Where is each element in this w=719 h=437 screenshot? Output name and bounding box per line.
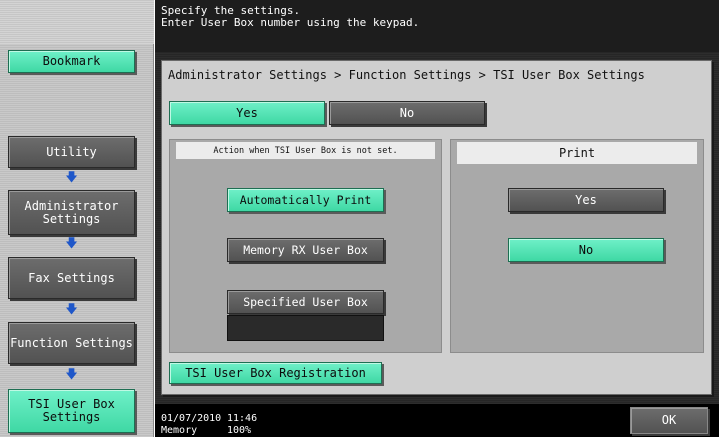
specified-user-box-button[interactable]: Specified User Box (227, 290, 384, 314)
toggle-yes-button[interactable]: Yes (169, 101, 325, 125)
down-arrow-icon: 🡇 (65, 366, 78, 381)
print-panel-heading: Print (457, 142, 697, 164)
sidebar-top-band (0, 0, 154, 44)
print-yes-button[interactable]: Yes (508, 188, 664, 212)
bookmark-button[interactable]: Bookmark (8, 50, 135, 73)
action-panel-heading: Action when TSI User Box is not set. (176, 142, 435, 159)
down-arrow-icon: 🡇 (65, 169, 78, 184)
memory-value: 100% (227, 425, 252, 436)
toggle-no-button[interactable]: No (329, 101, 485, 125)
sidebar-item-fax-settings[interactable]: Fax Settings (8, 257, 135, 299)
sidebar-item-function-settings[interactable]: Function Settings (8, 322, 135, 364)
down-arrow-icon: 🡇 (65, 301, 78, 316)
sidebar-item-utility[interactable]: Utility (8, 136, 135, 168)
memory-rx-user-box-button[interactable]: Memory RX User Box (227, 238, 384, 262)
specified-user-box-field[interactable] (227, 315, 384, 341)
memory-label: Memory (161, 425, 198, 436)
print-no-button[interactable]: No (508, 238, 664, 262)
automatically-print-button[interactable]: Automatically Print (227, 188, 384, 212)
sidebar-item-administrator-settings[interactable]: Administrator Settings (8, 190, 135, 235)
footer-time: 11:46 (227, 413, 258, 424)
instruction-header: Specify the settings. Enter User Box num… (155, 0, 719, 52)
sidebar-item-tsi-user-box-settings[interactable]: TSI User Box Settings (8, 389, 135, 433)
ok-button[interactable]: OK (630, 407, 708, 434)
breadcrumb: Administrator Settings > Function Settin… (168, 68, 645, 82)
tsi-user-box-registration-button[interactable]: TSI User Box Registration (169, 362, 382, 384)
down-arrow-icon: 🡇 (65, 235, 78, 250)
footer-date: 01/07/2010 (161, 413, 222, 424)
instruction-line-2: Enter User Box number using the keypad. (161, 16, 420, 29)
